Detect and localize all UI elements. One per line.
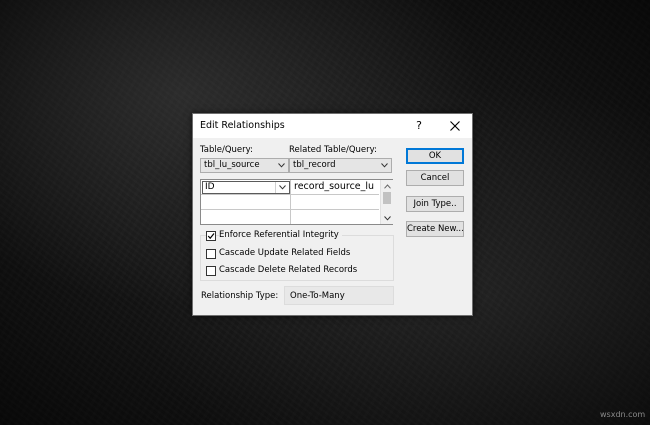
close-button[interactable]	[443, 117, 467, 135]
help-button[interactable]: ?	[407, 117, 431, 135]
ok-button[interactable]: OK	[406, 148, 464, 164]
cascade-update-label: Cascade Update Related Fields	[219, 248, 351, 258]
help-icon: ?	[416, 119, 422, 132]
dialog-titlebar[interactable]: Edit Relationships ?	[193, 114, 472, 138]
chevron-down-icon	[279, 185, 286, 190]
cascade-delete-label: Cascade Delete Related Records	[219, 265, 358, 275]
grid-scrollbar[interactable]	[380, 180, 393, 224]
relationship-type-value-box: One-To-Many	[284, 286, 394, 305]
cancel-button[interactable]: Cancel	[406, 170, 464, 186]
related-field-cell-empty[interactable]	[292, 210, 379, 224]
related-field-value: record_source_lu	[294, 181, 375, 192]
field-mapping-grid: ID record_source_lu	[200, 179, 393, 225]
chevron-down-icon	[384, 216, 391, 221]
enforce-referential-integrity-checkbox[interactable]	[206, 231, 216, 241]
cascade-delete-checkbox[interactable]	[206, 266, 216, 276]
related-table-query-value: tbl_record	[293, 160, 336, 170]
primary-field-dropdown[interactable]	[275, 182, 289, 193]
chevron-down-icon	[278, 163, 285, 168]
close-icon	[450, 121, 460, 131]
related-table-query-select[interactable]: tbl_record	[289, 158, 392, 173]
grid-column-divider	[290, 180, 291, 224]
table-query-value: tbl_lu_source	[204, 160, 260, 170]
related-field-cell-empty[interactable]	[292, 195, 379, 209]
table-query-label: Table/Query:	[200, 145, 253, 155]
watermark-text: wsxdn.com	[600, 410, 646, 419]
relationship-type-value: One-To-Many	[290, 291, 345, 301]
scroll-up-button[interactable]	[381, 181, 393, 191]
primary-field-cell-empty[interactable]	[202, 195, 290, 209]
related-table-query-label: Related Table/Query:	[289, 145, 377, 155]
scroll-down-button[interactable]	[381, 213, 393, 223]
related-field-cell[interactable]: record_source_lu	[292, 181, 379, 194]
check-icon	[207, 233, 215, 240]
chevron-up-icon	[384, 184, 391, 189]
enforce-referential-integrity-label: Enforce Referential Integrity	[219, 230, 342, 240]
chevron-down-icon	[381, 163, 388, 168]
primary-field-cell-empty[interactable]	[202, 210, 290, 224]
cascade-update-checkbox[interactable]	[206, 249, 216, 259]
scroll-thumb[interactable]	[383, 192, 391, 204]
dialog-title: Edit Relationships	[200, 120, 285, 131]
relationship-type-label: Relationship Type:	[201, 291, 279, 301]
create-new-button[interactable]: Create New...	[406, 221, 464, 237]
primary-field-value: ID	[205, 182, 215, 192]
primary-field-cell[interactable]: ID	[202, 181, 290, 194]
table-query-select[interactable]: tbl_lu_source	[200, 158, 289, 173]
join-type-button[interactable]: Join Type..	[406, 196, 464, 212]
